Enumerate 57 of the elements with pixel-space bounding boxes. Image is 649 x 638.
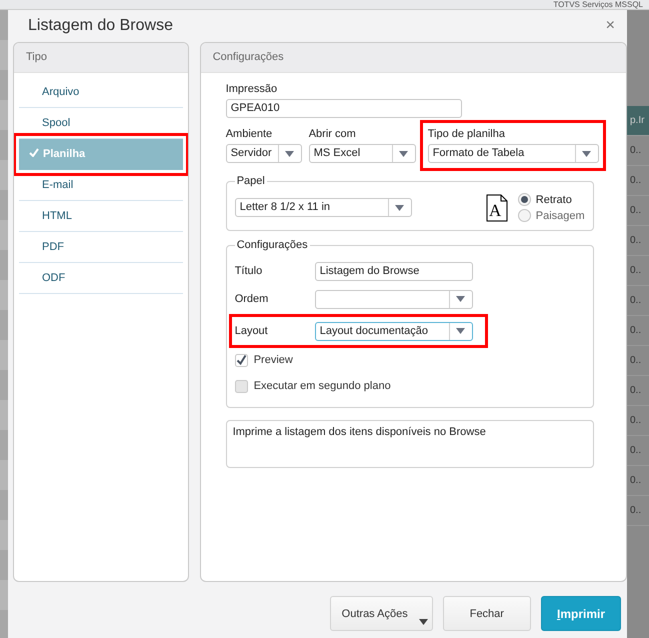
field-label: Layout: [234, 324, 269, 338]
checkbox[interactable]: Preview: [234, 347, 293, 373]
field-label: Ambiente: [226, 128, 274, 141]
close-dialog-button[interactable]: Fechar: [442, 596, 531, 631]
panel-title: Configurações: [200, 43, 626, 73]
panel-title: Tipo: [14, 43, 188, 73]
background-table-cell: 0..: [627, 496, 649, 526]
checkbox[interactable]: Executar em segundo plano: [234, 373, 391, 399]
caret-icon: [399, 150, 408, 156]
background-table-cell: 0..: [627, 346, 649, 376]
background-table-cell: 0..: [627, 376, 649, 406]
dropdown[interactable]: MS Excel: [308, 144, 416, 163]
field-label: Impressão: [226, 83, 278, 96]
background-table-cell: 0..: [627, 436, 649, 466]
background-table-cell: 0..: [627, 286, 649, 316]
tipo-option[interactable]: E-mail: [19, 170, 183, 201]
group-title: Papel: [236, 175, 266, 187]
caret-icon: [582, 150, 592, 156]
tipo-option[interactable]: ODF: [19, 263, 183, 294]
background-table-cell: 0..: [627, 256, 649, 286]
background-table-cell: 0..: [627, 226, 649, 256]
background-table-cell: 0..: [627, 136, 649, 166]
dropdown[interactable]: [314, 290, 473, 308]
background-table-cell: 0..: [627, 466, 649, 496]
field-label: Ordem: [234, 292, 270, 306]
background-table-cell: p.Ir: [627, 106, 649, 136]
dropdown[interactable]: Layout documentação: [314, 322, 473, 340]
window-title: Listagem do Browse: [28, 17, 173, 35]
background-table-cell: 0..: [627, 316, 649, 346]
more-actions-button[interactable]: Outras Ações: [330, 596, 433, 631]
background-table-cell: 0..: [627, 406, 649, 436]
background-table-cell: 0..: [627, 166, 649, 196]
background-table-cell: 0..: [627, 196, 649, 226]
dropdown[interactable]: Formato de Tabela: [428, 144, 599, 163]
tipo-option[interactable]: PDF: [19, 232, 183, 263]
caret-icon: [285, 150, 294, 156]
close-button[interactable]: ×: [606, 19, 615, 33]
group-title: Configurações: [236, 239, 309, 251]
field-label: Tipo de planilha: [428, 128, 506, 141]
orientation-radio[interactable]: Paisagem: [518, 209, 585, 222]
checkmark-icon: [29, 148, 39, 157]
caret-icon: [395, 204, 404, 210]
caret-icon: [418, 619, 428, 625]
description-text: Imprime a listagem dos itens disponíveis no Browse: [226, 420, 594, 468]
tipo-option[interactable]: HTML: [19, 201, 183, 232]
dropdown[interactable]: Servidor: [226, 144, 302, 163]
tipo-option[interactable]: Arquivo: [19, 77, 183, 108]
dropdown[interactable]: Letter 8 1/2 x 11 in: [234, 198, 412, 217]
orientation-radio[interactable]: Retrato: [518, 193, 585, 206]
caret-icon: [456, 296, 466, 302]
impressao-field[interactable]: GPEA010: [226, 99, 462, 118]
top-bar-text: TOTVS Serviços MSSQL: [553, 0, 643, 9]
field-label: Título: [234, 264, 264, 278]
page-icon-letter: A: [488, 200, 502, 220]
text-field[interactable]: Listagem do Browse: [314, 262, 473, 280]
field-label: Abrir com: [308, 128, 357, 141]
caret-icon: [456, 328, 466, 334]
